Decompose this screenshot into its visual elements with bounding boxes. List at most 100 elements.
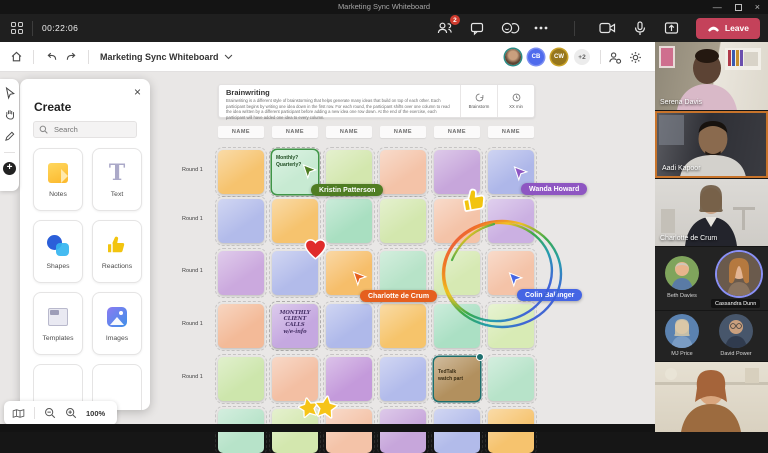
sticky-note[interactable] xyxy=(488,357,534,401)
participants-badge: 2 xyxy=(450,15,460,25)
select-cursor-icon[interactable] xyxy=(3,86,16,99)
column-header[interactable]: NAME xyxy=(380,126,426,138)
participant-silhouette xyxy=(655,362,768,432)
tool-templates[interactable]: Templates xyxy=(33,292,83,355)
chat-icon[interactable] xyxy=(469,20,485,36)
sticky-note[interactable] xyxy=(380,251,426,295)
column-header[interactable]: NAME xyxy=(488,126,534,138)
whiteboard-toolbar: Marketing Sync Whiteboard CB CW +2 xyxy=(0,42,655,72)
note-text: MONTHLY CLIENT CALLS w/e-info xyxy=(272,304,318,340)
sticky-note[interactable] xyxy=(218,251,264,295)
present-icon[interactable] xyxy=(605,47,625,67)
participant-name: MJ Price xyxy=(659,351,705,357)
template-description: Brainwriting is a different style of bra… xyxy=(226,98,453,121)
avatar[interactable]: CW xyxy=(551,49,567,65)
minimize-icon[interactable]: — xyxy=(713,3,722,12)
divider xyxy=(88,50,89,64)
template-badge-brainstorm: Brainstorm xyxy=(460,85,497,117)
sticky-note[interactable] xyxy=(488,150,534,194)
undo-icon[interactable] xyxy=(41,47,61,67)
column-header[interactable]: NAME xyxy=(434,126,480,138)
share-screen-icon[interactable] xyxy=(664,20,680,36)
sticker-thumb[interactable] xyxy=(459,184,491,216)
panel-title: Create xyxy=(34,100,150,114)
zoom-out-icon[interactable] xyxy=(44,407,56,419)
divider xyxy=(33,50,34,64)
participant-audio-tile[interactable]: MJ Price David Power xyxy=(655,311,768,361)
leave-button[interactable]: Leave xyxy=(696,18,760,39)
column-header[interactable]: NAME xyxy=(326,126,372,138)
sticky-note[interactable]: Monthly? Quarterly? xyxy=(272,150,318,194)
map-icon[interactable] xyxy=(12,408,25,419)
tool-grid: NotesTextShapesReactions Templates Images xyxy=(33,148,145,410)
create-panel: × Create NotesTextShapesReactions Templat… xyxy=(20,79,150,410)
tool-reactions[interactable]: Reactions xyxy=(92,220,142,283)
participant-audio-tile[interactable]: Beth Davies Cassandra Dunn xyxy=(655,247,768,310)
sticky-note[interactable] xyxy=(380,357,426,401)
participant-video-aadi[interactable]: Aadi Kapoor xyxy=(655,111,768,178)
rainbow-ink-circle[interactable] xyxy=(436,214,568,332)
whiteboard-title[interactable]: Marketing Sync Whiteboard xyxy=(100,52,219,62)
sticky-note[interactable] xyxy=(218,304,264,348)
avatar-mj[interactable] xyxy=(665,314,699,348)
avatar-david[interactable] xyxy=(719,314,753,348)
reactions-icon[interactable] xyxy=(501,20,517,36)
more-options-icon[interactable] xyxy=(533,20,549,36)
column-header[interactable]: NAME xyxy=(218,126,264,138)
search-box[interactable] xyxy=(33,121,137,138)
window-title: Marketing Sync Whiteboard xyxy=(0,2,768,11)
template-header-card[interactable]: Brainwriting Brainwriting is a different… xyxy=(218,84,535,118)
zoom-in-icon[interactable] xyxy=(65,407,77,419)
settings-gear-icon[interactable] xyxy=(625,47,645,67)
tool-notes[interactable]: Notes xyxy=(33,148,83,211)
selection-handle[interactable] xyxy=(476,353,484,361)
participant-video-bottom[interactable] xyxy=(655,362,768,432)
meeting-timer: 00:22:06 xyxy=(42,23,78,33)
avatar-beth[interactable] xyxy=(665,256,699,290)
mic-icon[interactable] xyxy=(632,20,648,36)
tool-label: Templates xyxy=(43,335,74,342)
tool-label: Images xyxy=(106,335,128,342)
app-launcher-icon[interactable] xyxy=(11,22,23,34)
note-text: TedTalk watch part xyxy=(434,357,480,387)
sticky-note[interactable]: MONTHLY CLIENT CALLS w/e-info xyxy=(272,304,318,348)
home-icon[interactable] xyxy=(6,47,26,67)
sticky-note[interactable] xyxy=(326,251,372,295)
chevron-down-icon[interactable] xyxy=(224,54,233,60)
ink-pen-icon[interactable] xyxy=(3,130,16,143)
participant-video-serena[interactable]: Serena Davis xyxy=(655,42,768,110)
sticky-note[interactable] xyxy=(218,199,264,243)
maximize-icon[interactable] xyxy=(735,4,742,11)
sticky-note[interactable] xyxy=(380,150,426,194)
create-button[interactable]: + xyxy=(3,162,16,175)
sticky-note[interactable]: TedTalk watch part xyxy=(434,357,480,401)
tool-text[interactable]: Text xyxy=(92,148,142,211)
sticky-note[interactable] xyxy=(380,304,426,348)
sticky-note[interactable] xyxy=(326,150,372,194)
avatar-cassandra[interactable] xyxy=(717,252,761,296)
sticky-note[interactable] xyxy=(380,199,426,243)
sticky-note[interactable] xyxy=(326,199,372,243)
pan-hand-icon[interactable] xyxy=(3,108,16,121)
sticky-note[interactable] xyxy=(326,304,372,348)
search-input[interactable] xyxy=(52,124,132,135)
avatar-overflow[interactable]: +2 xyxy=(574,49,590,65)
redo-icon[interactable] xyxy=(61,47,81,67)
tool-images[interactable]: Images xyxy=(92,292,142,355)
close-icon[interactable]: × xyxy=(755,3,760,12)
zoom-level[interactable]: 100% xyxy=(86,409,105,418)
reactions-icon xyxy=(105,233,129,257)
tool-shapes[interactable]: Shapes xyxy=(33,220,83,283)
sticker-star[interactable] xyxy=(311,392,340,421)
participant-video-charlotte[interactable]: Charlotte de Crum xyxy=(655,179,768,246)
camera-icon[interactable] xyxy=(600,20,616,36)
sticker-heart[interactable] xyxy=(303,237,328,262)
panel-close-icon[interactable]: × xyxy=(134,86,141,98)
sticky-note[interactable] xyxy=(218,357,264,401)
avatar[interactable] xyxy=(505,49,521,65)
sticky-note[interactable] xyxy=(218,150,264,194)
avatar[interactable]: CB xyxy=(528,49,544,65)
column-header[interactable]: NAME xyxy=(272,126,318,138)
divider xyxy=(4,152,15,153)
participants-icon[interactable]: 2 xyxy=(437,20,453,36)
